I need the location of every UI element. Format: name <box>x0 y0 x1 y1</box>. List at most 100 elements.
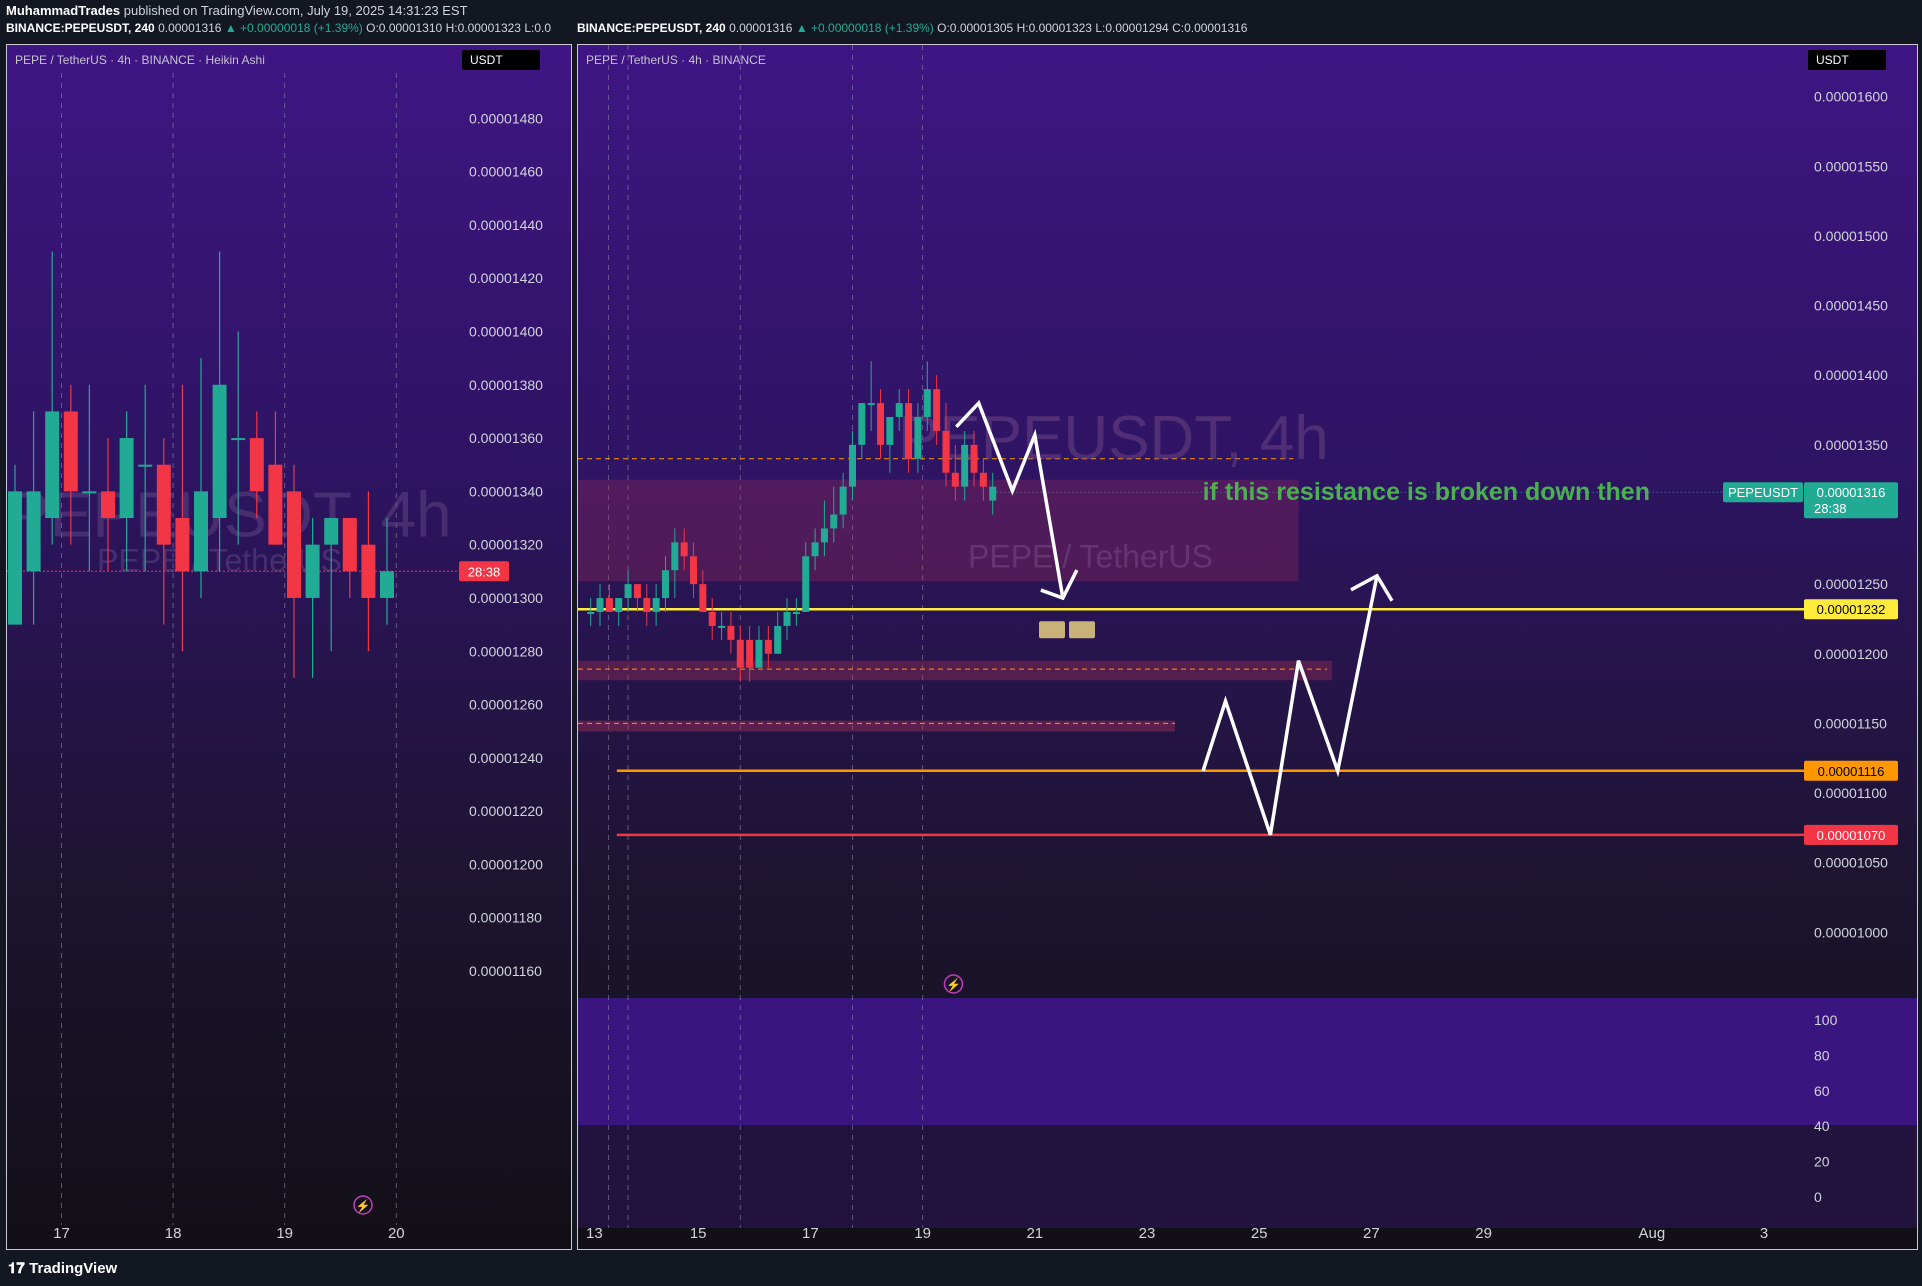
low-line-tag-text: 0.00001070 <box>1817 828 1886 843</box>
candle-body <box>633 584 641 599</box>
left-change: ▲ +0.00000018 (+1.39%) <box>224 21 363 35</box>
y-tick-label: 0.00001100 <box>1814 785 1887 801</box>
y-tick-label: 0.00001380 <box>469 377 543 393</box>
y-tick-label: 0.00001350 <box>1814 437 1888 453</box>
y-tick-label: 0.00001220 <box>469 803 543 819</box>
last-price-tag-text: 0.00001316 <box>1817 485 1886 500</box>
x-tick-label: 13 <box>586 1225 603 1242</box>
x-tick-label: 18 <box>165 1225 182 1242</box>
left-unit-button[interactable]: USDT <box>462 50 540 70</box>
right-last: 0.00001316 <box>729 21 793 35</box>
y-tick-label: 0.00001340 <box>469 483 543 499</box>
candle-body <box>231 438 246 441</box>
candle-body <box>867 403 875 406</box>
demand-zone-3 <box>578 720 1176 732</box>
candle-body <box>680 542 688 557</box>
osc-tick-label: 20 <box>1814 1154 1830 1170</box>
candle-body <box>380 571 394 598</box>
x-tick-label: 17 <box>53 1225 70 1242</box>
y-tick-label: 0.00001160 <box>469 963 542 979</box>
candle-body <box>848 444 856 487</box>
candle-body <box>839 486 847 515</box>
right-open: O:0.00001305 <box>937 21 1014 35</box>
y-tick-label: 0.00001480 <box>469 110 543 126</box>
candle-body <box>886 417 894 445</box>
candle-body <box>877 403 885 445</box>
lightning-icon-glyph: ⚡ <box>946 978 961 992</box>
candle-body <box>830 514 838 529</box>
y-tick-label: 0.00001050 <box>1814 855 1888 871</box>
candle-body <box>138 464 153 467</box>
right-chart-panel[interactable]: 100 80 60 40 20 0 PEPEUSDT, 4h PEPE / TetherUS 0… <box>577 44 1918 1250</box>
tradingview-logo[interactable]: 𝟏𝟕 TradingView <box>8 1260 117 1278</box>
candle-body <box>764 639 772 654</box>
symbol-tag-text: PEPEUSDT <box>1728 485 1798 500</box>
candle-body <box>792 611 800 614</box>
y-tick-label: 0.00001420 <box>469 270 543 286</box>
candle-body <box>736 639 744 668</box>
candle-body <box>175 518 190 572</box>
candle-body <box>587 611 595 614</box>
right-unit-button[interactable]: USDT <box>1808 50 1886 70</box>
y-tick-label: 0.00001550 <box>1814 158 1888 174</box>
candle-body <box>194 491 208 572</box>
x-tick-label: 23 <box>1139 1225 1156 1242</box>
osc-tick-label: 0 <box>1814 1189 1822 1205</box>
candle-body <box>26 491 41 572</box>
candle-body <box>970 444 978 473</box>
candle-body <box>63 411 78 492</box>
candle-body <box>287 491 301 598</box>
right-chart-svg[interactable]: 100806040200PEPEUSDT, 4hPEPE / TetherUS0… <box>578 45 1917 1249</box>
right-chart-title: PEPE / TetherUS · 4h · BINANCE <box>586 53 766 67</box>
right-high: H:0.00001323 <box>1016 21 1092 35</box>
y-tick-label: 0.00001400 <box>469 323 543 339</box>
x-tick-label: 20 <box>388 1225 405 1242</box>
candle-body <box>8 491 22 625</box>
candle-body <box>961 444 969 487</box>
watermark-pair: PEPE / TetherUS <box>968 538 1213 574</box>
left-chart-svg[interactable]: 17 18 19 20 0.00001480 0.00001460 0.00001440 0.… <box>7 45 571 1249</box>
y-tick-label: 0.00001450 <box>1814 298 1888 314</box>
x-tick-label: 17 <box>802 1225 819 1242</box>
candle-body <box>727 625 735 640</box>
money-icon <box>1039 621 1065 639</box>
candle-body <box>858 403 866 445</box>
annotation-text: if this resistance is broken down then <box>1203 478 1650 506</box>
ohlc-legend-right: BINANCE:PEPEUSDT, 240 0.00001316 ▲ +0.00… <box>577 21 1247 37</box>
left-chart-panel[interactable]: 17 18 19 20 0.00001480 0.00001460 0.00001440 0.… <box>6 44 572 1250</box>
candle-body <box>811 542 819 557</box>
right-close: C:0.00001316 <box>1172 21 1248 35</box>
left-chart-title: PEPE / TetherUS · 4h · BINANCE · Heikin … <box>15 53 265 67</box>
candle-body <box>101 491 115 519</box>
candle-body <box>979 472 987 487</box>
last-price-countdown: 28:38 <box>1814 501 1847 516</box>
y-tick-label: 0.00001200 <box>1814 646 1888 662</box>
osc-tick-label: 100 <box>1814 1012 1838 1028</box>
candle-body <box>305 544 320 598</box>
left-symbol: BINANCE:PEPEUSDT, 240 <box>6 21 155 35</box>
x-tick-label: 25 <box>1251 1225 1268 1242</box>
candle-body <box>933 389 941 431</box>
left-high: H:0.00001323 <box>445 21 521 35</box>
y-tick-label: 0.00001460 <box>469 164 543 180</box>
author-name[interactable]: MuhammadTrades <box>6 3 120 18</box>
y-tick-label: 0.00001180 <box>469 910 542 926</box>
left-low: L:0.0 <box>524 21 552 35</box>
candle-body <box>605 598 613 612</box>
oscillator-pane-shade <box>578 1125 1917 1228</box>
x-tick-label: 15 <box>690 1225 707 1242</box>
candle-body <box>82 491 97 494</box>
publish-info: MuhammadTrades published on TradingView.… <box>6 3 468 19</box>
x-tick-label: Aug <box>1639 1225 1666 1242</box>
left-open: O:0.00001310 <box>366 21 443 35</box>
candle-body <box>249 438 264 492</box>
candle-body <box>942 430 950 473</box>
candle-body <box>361 544 376 598</box>
y-tick-label: 0.00001400 <box>1814 367 1888 383</box>
candle-body <box>895 403 903 418</box>
candle-body <box>596 598 604 612</box>
support-line-tag-text: 0.00001116 <box>1818 764 1885 779</box>
y-tick-label: 0.00001260 <box>469 697 543 713</box>
money-icon <box>1069 621 1095 639</box>
candle-body <box>643 598 651 612</box>
